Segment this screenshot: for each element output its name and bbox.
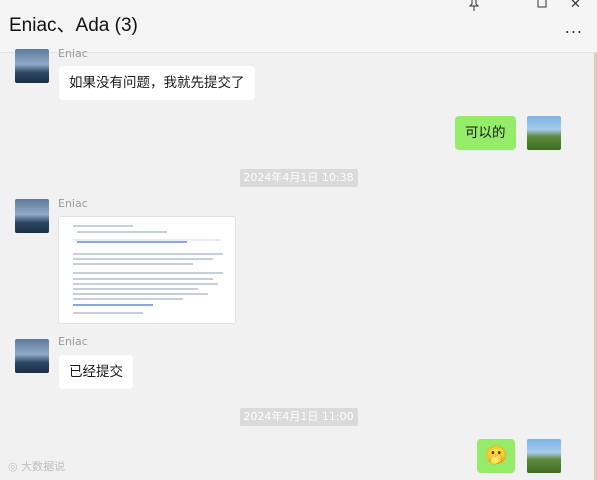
watermark-text: 大数据说 [21,460,66,473]
pin-icon[interactable] [468,0,480,15]
my-avatar[interactable] [527,116,561,150]
timestamp: 2024年4月1日 10:38 [239,169,358,187]
sender-name: Eniac [58,197,88,210]
avatar[interactable] [15,49,49,83]
maximize-icon[interactable] [536,0,548,13]
more-options-button[interactable]: ... [565,18,583,37]
my-avatar[interactable] [527,439,561,473]
sender-name: Eniac [58,335,88,348]
avatar[interactable] [15,339,49,373]
weibo-icon: ◎ [8,460,18,473]
timestamp: 2024年4月1日 11:00 [239,408,358,426]
chat-title: Eniac、Ada (3) [9,15,138,36]
close-icon[interactable]: ✕ [570,0,581,12]
message-bubble-self[interactable]: 可以的 [455,116,516,150]
document-image-message[interactable] [58,216,236,324]
message-bubble[interactable]: 如果没有问题，我就先提交了 [59,66,255,100]
message-bubble[interactable]: 已经提交 [59,355,133,389]
avatar[interactable] [15,199,49,233]
emoji-message[interactable]: 🫢 [477,439,516,473]
title-bar: Eniac、Ada (3) — ✕ ... [0,0,597,53]
sender-name: Eniac [58,47,88,60]
chat-message-area[interactable]: Eniac 如果没有问题，我就先提交了 可以的 2024年4月1日 10:38 … [0,47,597,480]
watermark: ◎ 大数据说 [8,458,65,474]
minimize-icon[interactable]: — [505,0,518,7]
